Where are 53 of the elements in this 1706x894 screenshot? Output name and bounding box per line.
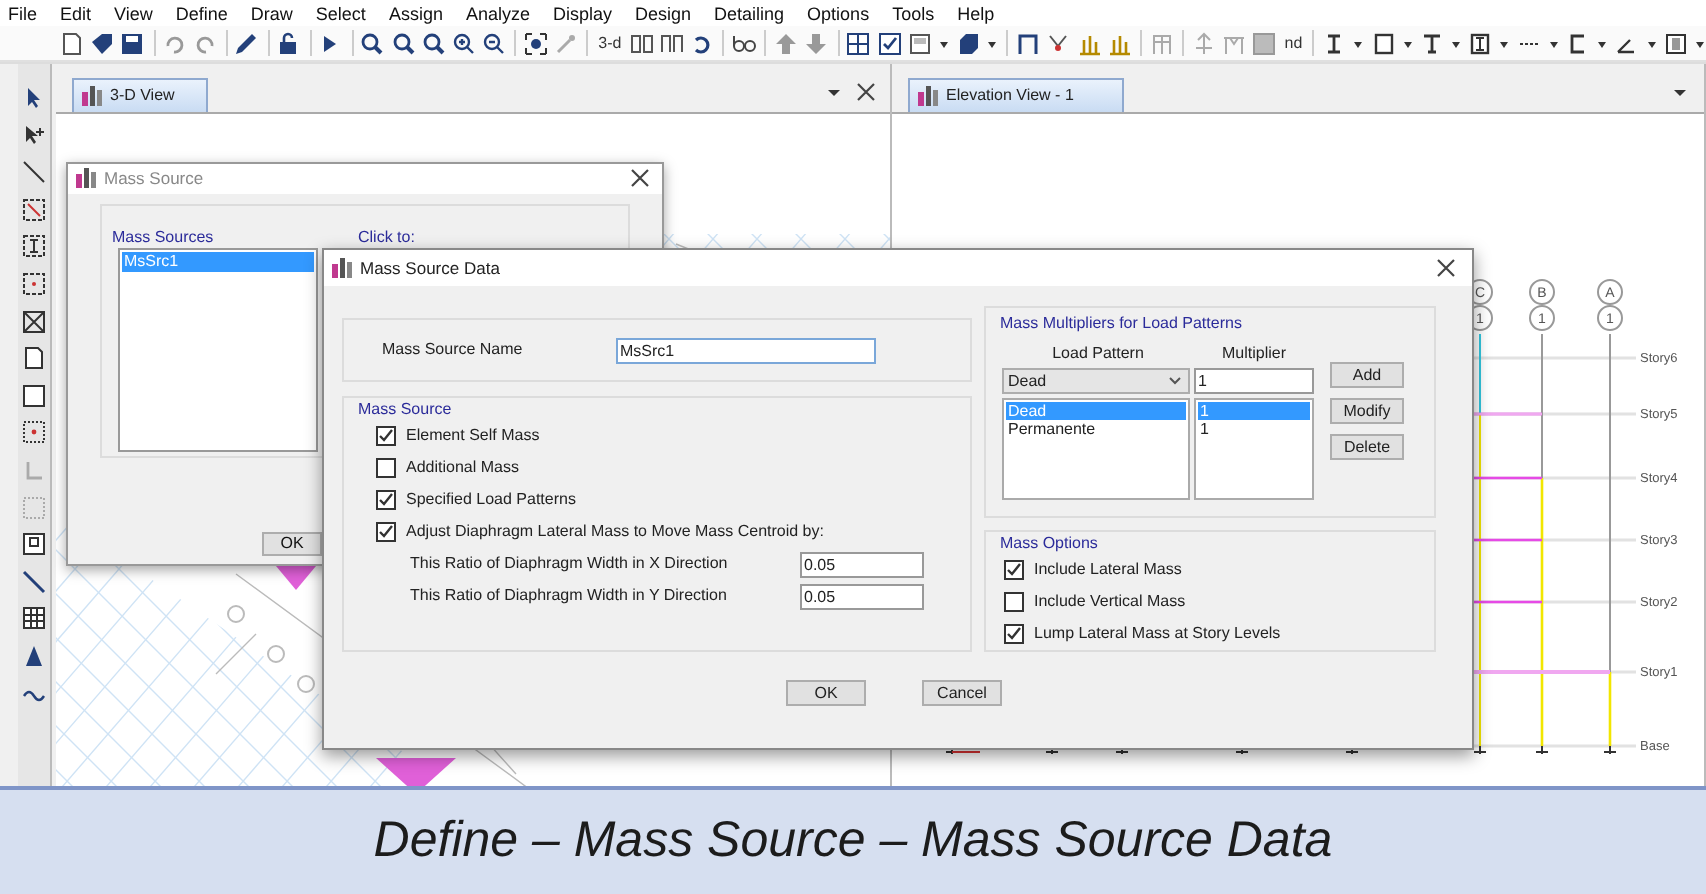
menu-item[interactable]: Help	[957, 1, 995, 29]
list-item[interactable]: 1	[1198, 420, 1310, 438]
option-label[interactable]: Adjust Diaphragm Lateral Mass to Move Mass Centroid by:	[406, 520, 824, 544]
menu-item[interactable]: Select	[315, 1, 366, 29]
menu-item[interactable]: File	[8, 1, 38, 29]
ok-button[interactable]: OK	[262, 532, 322, 556]
group-title: Mass Multipliers for Load Patterns	[998, 314, 1244, 334]
list-item[interactable]: Permanente	[1006, 420, 1186, 438]
caption: Define – Mass Source – Mass Source Data	[373, 810, 1333, 873]
view-tab[interactable]: Elevation View - 1	[908, 78, 1124, 112]
menu-item[interactable]: Analyze	[465, 1, 530, 29]
menu-item[interactable]: Tools	[892, 1, 935, 29]
option-label[interactable]: Additional Mass	[406, 456, 519, 480]
option-label[interactable]: Specified Load Patterns	[406, 488, 576, 512]
group-title: Mass Options	[998, 534, 1100, 554]
dialog-title: Mass Source	[104, 165, 204, 192]
delete-button[interactable]: Delete	[1330, 434, 1404, 460]
menu-item[interactable]: Assign	[388, 1, 443, 29]
group-title: Click to:	[358, 227, 415, 246]
add-button[interactable]: Add	[1330, 362, 1404, 388]
option-label[interactable]: Lump Lateral Mass at Story Levels	[1034, 622, 1281, 646]
field-label: Mass Source Name	[382, 338, 525, 362]
menu-item[interactable]: Define	[175, 1, 228, 29]
group-title: Mass Source	[356, 400, 454, 420]
multiplier-field[interactable]: 1	[1194, 368, 1314, 394]
list-box[interactable]: Dead Permanente	[1002, 398, 1190, 500]
field-label: This Ratio of Diaphragm Width in X Direction	[410, 552, 730, 576]
pattern-dropdown[interactable]: Dead	[1002, 368, 1190, 394]
option-label[interactable]: Include Vertical Mass	[1034, 590, 1186, 614]
toolbar-button[interactable]: nd	[1282, 31, 1305, 55]
cancel-button[interactable]: Cancel	[922, 680, 1002, 706]
toolbar-button[interactable]: 3-d	[596, 31, 624, 55]
modify-button[interactable]: Modify	[1330, 398, 1404, 424]
menu-item[interactable]: Options	[807, 1, 870, 29]
menu-item[interactable]: Edit	[60, 1, 92, 29]
dialog-title: Mass Source Data	[360, 255, 500, 281]
list-box[interactable]: 1 1	[1194, 398, 1314, 500]
field-label: This Ratio of Diaphragm Width in Y Direction	[410, 584, 729, 608]
menu-item[interactable]: View	[114, 1, 153, 29]
name-field[interactable]: MsSrc1	[616, 337, 876, 363]
menu-item[interactable]: Design	[635, 1, 692, 29]
menu-item[interactable]: Draw	[250, 1, 293, 29]
group-title: Mass Sources	[112, 225, 216, 248]
view-tab[interactable]: 3-D View	[72, 78, 208, 112]
menu-item[interactable]: Detailing	[714, 1, 785, 29]
option-label[interactable]: Element Self Mass	[406, 424, 540, 448]
ratio-field[interactable]: 0.05	[800, 551, 924, 577]
ratio-field[interactable]: 0.05	[800, 583, 924, 609]
option-label[interactable]: Include Lateral Mass	[1034, 558, 1182, 582]
ok-button[interactable]: OK	[786, 680, 866, 706]
column-header: Load Pattern	[1050, 342, 1146, 366]
column-header: Multiplier	[1219, 342, 1288, 366]
menu-item[interactable]: Display	[552, 1, 612, 29]
